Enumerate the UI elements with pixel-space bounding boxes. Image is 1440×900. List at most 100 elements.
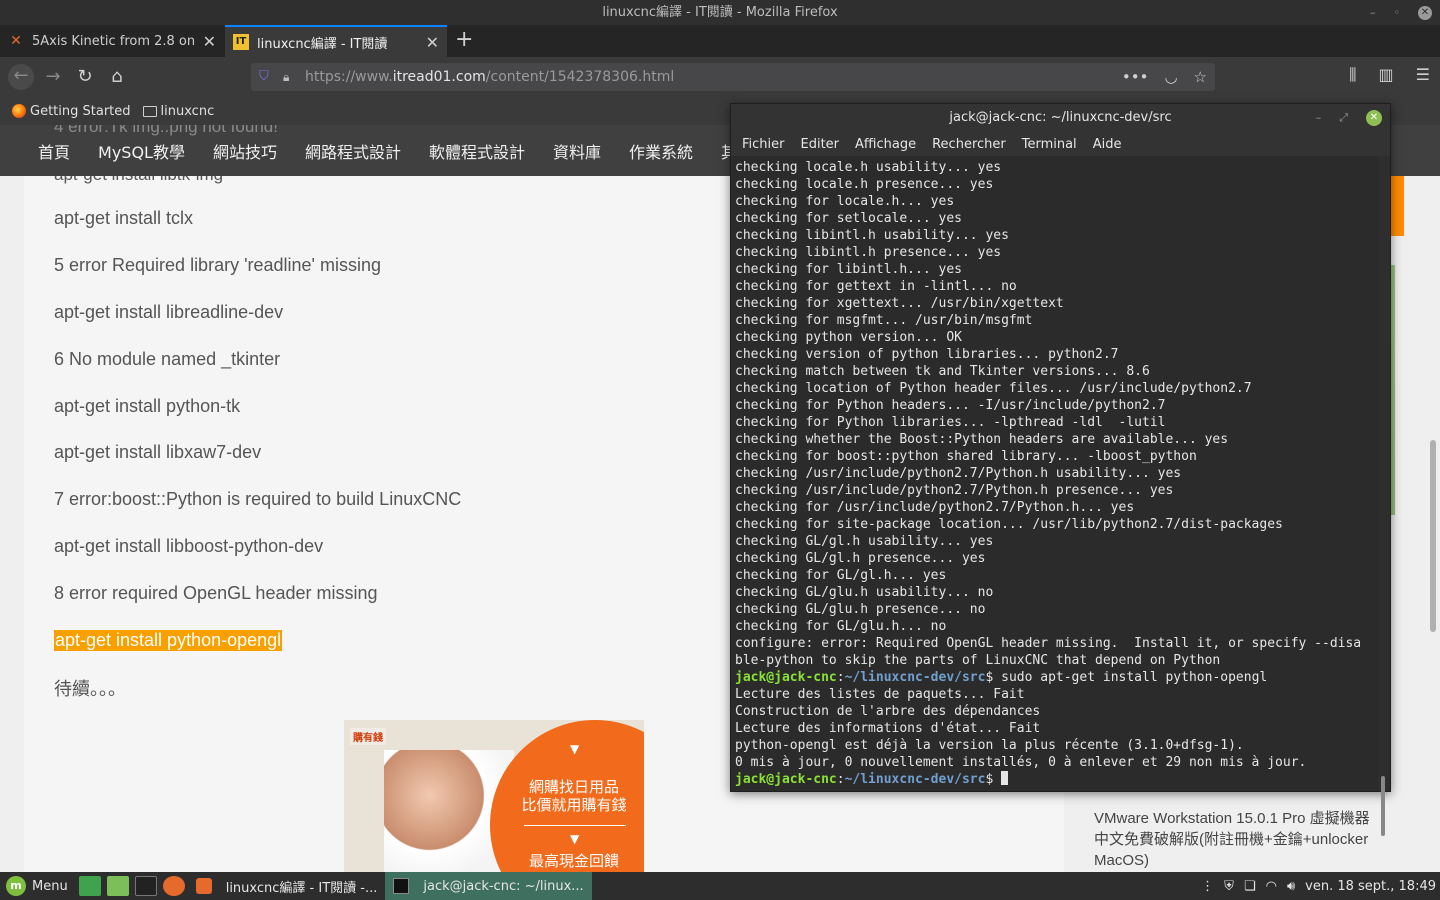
terminal-launcher-icon[interactable] xyxy=(134,876,157,896)
tab-linuxcnc[interactable]: IT linuxcnc編譯 - IT閱讀 ✕ xyxy=(225,25,447,57)
menu-rechercher[interactable]: Rechercher xyxy=(932,137,1006,152)
terminal-line: checking for boost::python shared librar… xyxy=(735,449,1197,464)
close-tab-icon[interactable]: ✕ xyxy=(203,32,216,51)
clock[interactable]: ven. 18 sept., 18:49 xyxy=(1305,879,1436,894)
reload-button[interactable]: ↻ xyxy=(73,65,97,89)
tab-5axis[interactable]: ✕ 5Axis Kinetic from 2.8 on 2 ✕ xyxy=(0,25,224,57)
terminal-line: checking libintl.h presence... yes xyxy=(735,245,1002,260)
bookmark-star-icon[interactable]: ☆ xyxy=(1194,68,1207,86)
terminal-line: checking for Python headers... -I/usr/in… xyxy=(735,398,1166,413)
terminal-line: Lecture des informations d'état... Fait xyxy=(735,721,1041,736)
menu-affichage[interactable]: Affichage xyxy=(855,137,916,152)
terminal-line: checking for GL/gl.h... yes xyxy=(735,568,947,583)
maximize-icon[interactable]: ⤢ xyxy=(1339,104,1348,132)
article-line: apt-get install python-tk xyxy=(54,396,241,416)
terminal-line: checking /usr/include/python2.7/Python.h… xyxy=(735,483,1174,498)
minimize-icon[interactable]: – xyxy=(1316,104,1322,132)
terminal-line: checking for GL/glu.h... no xyxy=(735,619,947,634)
url-text[interactable]: https://www.itread01.com/content/1542378… xyxy=(305,69,674,85)
menu-fichier[interactable]: Fichier xyxy=(742,137,785,152)
url-bar[interactable]: ⛉ 🔒︎ https://www.itread01.com/content/15… xyxy=(251,63,1215,91)
maximize-icon[interactable]: ◦ xyxy=(1394,0,1401,25)
site-nav-item[interactable]: 網路程式設計 xyxy=(305,139,401,163)
site-nav-item[interactable]: 作業系統 xyxy=(629,139,693,163)
site-favicon-icon: ✕ xyxy=(10,33,22,49)
terminal-menubar: Fichier Editer Affichage Rechercher Term… xyxy=(731,132,1390,156)
tab-strip: ✕ 5Axis Kinetic from 2.8 on 2 ✕ IT linux… xyxy=(0,25,1440,57)
tab-title: 5Axis Kinetic from 2.8 on 2 xyxy=(32,33,195,49)
window-controls: – ◦ ✕ xyxy=(1370,0,1432,25)
scrolled-line: 4 error:Tk img::png not found! xyxy=(54,125,278,136)
terminal-line: checking version of python libraries... … xyxy=(735,347,1119,362)
highlighted-line: apt-get install python-opengl xyxy=(54,630,283,651)
close-tab-icon[interactable]: ✕ xyxy=(426,33,439,52)
terminal-line: checking GL/glu.h usability... no xyxy=(735,585,994,600)
terminal-titlebar[interactable]: jack@jack-cnc: ~/linuxcnc-dev/src – ⤢ ✕ xyxy=(731,104,1390,132)
terminal-prompt-line: jack@jack-cnc:~/linuxcnc-dev/src$ xyxy=(735,771,1378,788)
site-nav-item[interactable]: MySQL教學 xyxy=(98,139,185,163)
page-actions-icon[interactable]: ••• xyxy=(1122,68,1149,86)
terminal-line: 0 mis à jour, 0 nouvellement installés, … xyxy=(735,755,1307,770)
terminal-output[interactable]: checking locale.h usability... yes checki… xyxy=(731,156,1378,791)
terminal-line: checking locale.h usability... yes xyxy=(735,160,1002,175)
firefox-launcher-icon[interactable] xyxy=(162,876,185,896)
wifi-icon[interactable]: ◠ xyxy=(1266,879,1277,894)
shield-icon[interactable]: ⛨ xyxy=(1224,879,1234,894)
start-menu-button[interactable]: m Menu xyxy=(0,872,76,900)
article-line: 待續。。。 xyxy=(54,679,126,699)
page-scrollbar[interactable] xyxy=(1430,440,1436,632)
terminal-window[interactable]: jack@jack-cnc: ~/linuxcnc-dev/src – ⤢ ✕ … xyxy=(730,103,1391,836)
terminal-line: checking location of Python header files… xyxy=(735,381,1252,396)
terminal-lines: checking locale.h usability... yes checki… xyxy=(735,159,1378,788)
menu-aide[interactable]: Aide xyxy=(1093,137,1122,152)
terminal-line: checking for msgfmt... /usr/bin/msgfmt xyxy=(735,313,1033,328)
menu-editer[interactable]: Editer xyxy=(801,137,840,152)
library-icon[interactable]: ⫼ xyxy=(1349,65,1356,85)
terminal-line: checking for setlocale... yes xyxy=(735,211,962,226)
sidebar-article-link[interactable]: VMware Workstation 15.0.1 Pro 虛擬機器中文免費破解… xyxy=(1094,808,1384,871)
show-desktop-icon[interactable] xyxy=(78,876,101,896)
lock-icon[interactable]: 🔒︎ xyxy=(283,70,295,84)
terminal-line: checking libintl.h usability... yes xyxy=(735,228,1009,243)
sidebar-icon[interactable]: ▥ xyxy=(1379,65,1394,85)
article-line: apt-get install libxaw7-dev xyxy=(54,442,262,462)
prompt-path: ~/linuxcnc-dev/src xyxy=(844,772,986,787)
new-tab-icon[interactable]: + xyxy=(455,25,473,57)
update-manager-icon[interactable]: ❏ xyxy=(1244,879,1256,894)
hamburger-menu-icon[interactable]: ☰ xyxy=(1416,65,1430,85)
tray-handle-icon[interactable]: ⋮ xyxy=(1201,879,1214,894)
close-icon[interactable]: ✕ xyxy=(1366,110,1382,126)
home-button[interactable]: ⌂ xyxy=(105,65,129,89)
minimize-icon[interactable]: – xyxy=(1370,0,1376,25)
site-nav-item[interactable]: 資料庫 xyxy=(553,139,601,163)
article-line: 5 error Required library 'readline' miss… xyxy=(54,255,382,275)
terminal-line: checking match between tk and Tkinter ve… xyxy=(735,364,1150,379)
files-icon[interactable] xyxy=(106,876,129,896)
site-nav-item[interactable]: 網站技巧 xyxy=(213,139,277,163)
bookmark-folder-linuxcnc[interactable]: linuxcnc xyxy=(142,103,215,119)
prompt-user: jack@jack-cnc xyxy=(735,772,837,787)
terminal-scroll-thumb[interactable] xyxy=(1381,776,1385,836)
site-nav-item[interactable]: 軟體程式設計 xyxy=(429,139,525,163)
pocket-icon[interactable]: ◡ xyxy=(1164,68,1177,86)
bookmark-getting-started[interactable]: Getting Started xyxy=(12,104,131,119)
back-button[interactable]: ← xyxy=(8,64,34,90)
prompt-path: ~/linuxcnc-dev/src xyxy=(844,670,986,685)
terminal-window-controls: – ⤢ ✕ xyxy=(1316,104,1382,132)
terminal-line: checking for locale.h... yes xyxy=(735,194,955,209)
task-terminal[interactable]: jack@jack-cnc: ~/linux... xyxy=(385,872,592,900)
menu-terminal[interactable]: Terminal xyxy=(1022,137,1077,152)
shield-icon[interactable]: ⛉ xyxy=(259,69,273,85)
bookmark-label: Getting Started xyxy=(30,103,131,119)
taskbar: m Menu linuxcnc編譯 - IT閱讀 -... jack@jack-… xyxy=(0,872,1440,900)
terminal-line: checking for site-package location... /u… xyxy=(735,517,1283,532)
bookmark-label: linuxcnc xyxy=(160,103,215,119)
task-firefox[interactable]: linuxcnc編譯 - IT閱讀 -... xyxy=(188,872,386,900)
advertisement[interactable]: 購有錢 ▼ 網購找日用品 比價就用購有錢 ▼ 最高現金回饋 xyxy=(344,720,644,872)
terminal-scrollbar[interactable] xyxy=(1379,156,1387,836)
volume-icon[interactable]: 🔊︎ xyxy=(1287,879,1295,894)
site-nav-item[interactable]: 首頁 xyxy=(38,139,70,163)
forward-button[interactable]: → xyxy=(41,65,65,89)
close-icon[interactable]: ✕ xyxy=(1418,5,1432,20)
system-tray: ⋮ ⛨ ❏ ◠ 🔊︎ ven. 18 sept., 18:49 xyxy=(1201,872,1436,900)
